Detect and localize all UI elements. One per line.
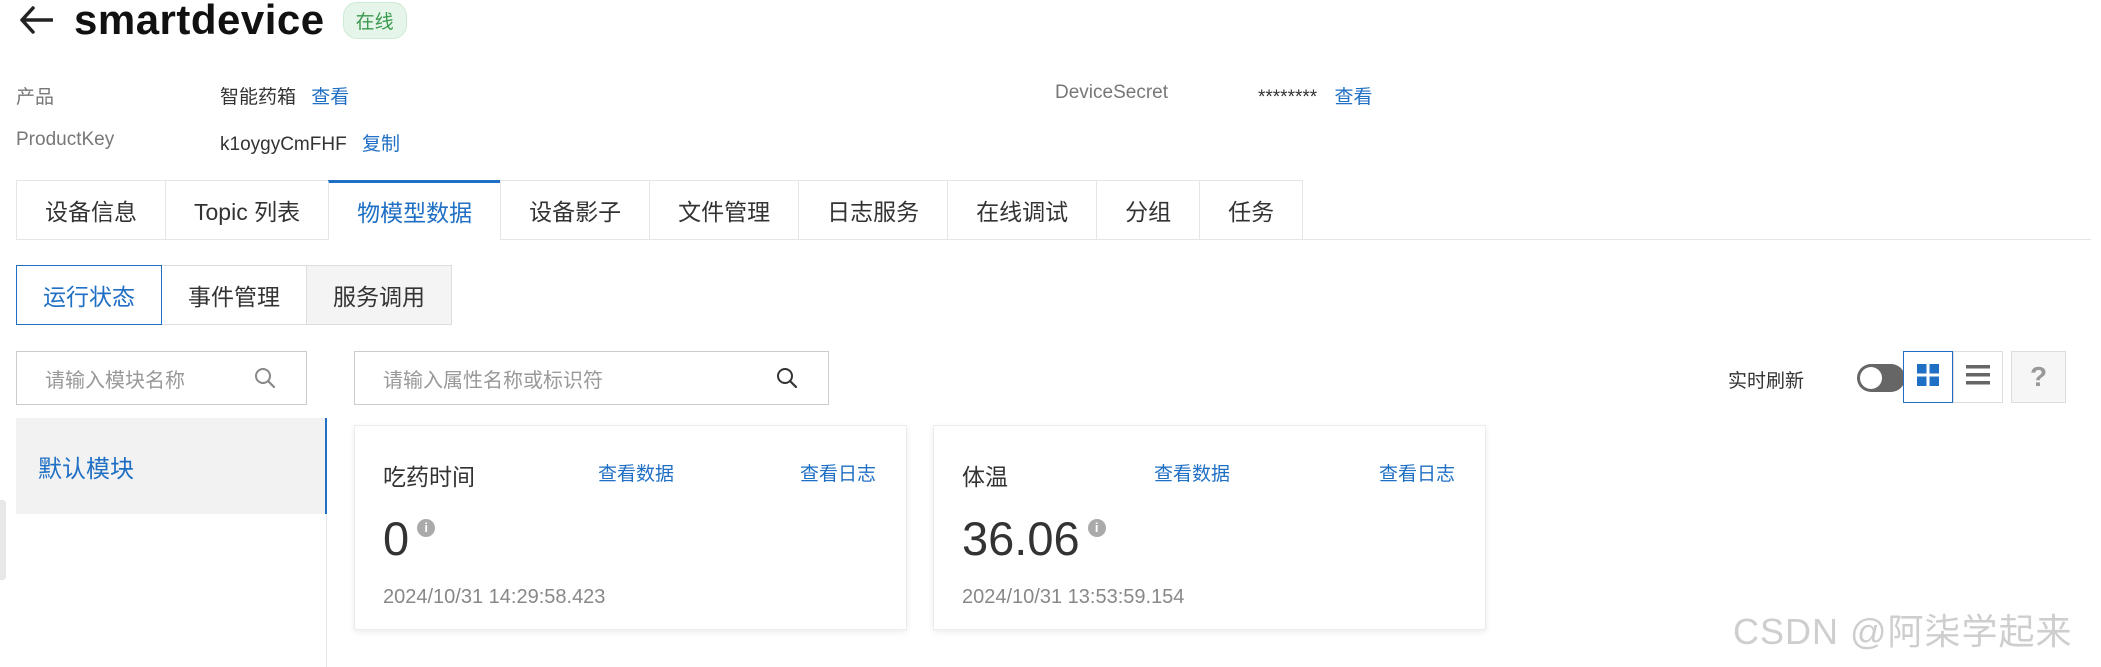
view-secret-link[interactable]: 查看 — [1334, 87, 1372, 108]
product-value: 智能药箱 查看 — [220, 82, 349, 109]
left-edge-handle[interactable] — [0, 500, 6, 580]
card-timestamp: 2024/10/31 13:53:59.154 — [962, 586, 1185, 608]
grid-view-button[interactable] — [1903, 351, 1953, 403]
view-log-link[interactable]: 查看日志 — [1379, 459, 1455, 486]
copy-productkey-link[interactable]: 复制 — [362, 134, 400, 155]
tab-device-shadow[interactable]: 设备影子 — [500, 180, 650, 240]
product-label: 产品 — [16, 87, 55, 108]
property-search-placeholder: 请输入属性名称或标识符 — [383, 369, 603, 392]
tab-log-service[interactable]: 日志服务 — [798, 180, 948, 240]
view-product-link[interactable]: 查看 — [311, 87, 349, 108]
view-log-link[interactable]: 查看日志 — [800, 459, 876, 486]
tab-topic-list[interactable]: Topic 列表 — [165, 180, 329, 240]
card-timestamp: 2024/10/31 14:29:58.423 — [383, 586, 606, 608]
devicesecret-label: DeviceSecret — [1055, 82, 1168, 103]
realtime-refresh-toggle[interactable] — [1857, 364, 1905, 392]
back-arrow-icon[interactable] — [16, 0, 56, 40]
realtime-refresh-label: 实时刷新 — [1728, 371, 1805, 392]
sidebar-divider — [326, 514, 327, 667]
card-title: 吃药时间 — [383, 464, 475, 490]
watermark: CSDN @阿柒学起来 — [1733, 611, 2073, 652]
module-search-input[interactable]: 请输入模块名称 — [16, 351, 307, 405]
tab-thing-model-data[interactable]: 物模型数据 — [328, 180, 501, 240]
productkey-text: k1oygyCmFHF — [220, 134, 347, 155]
module-selected-indicator — [325, 418, 327, 514]
tab-group[interactable]: 分组 — [1096, 180, 1200, 240]
card-value-wrapper: 0i — [383, 511, 436, 567]
card-title: 体温 — [962, 464, 1008, 490]
tab-device-info[interactable]: 设备信息 — [16, 180, 165, 240]
property-card: 体温 查看数据 查看日志 36.06 i 2024/10/31 13:53:59.… — [933, 425, 1486, 630]
grid-icon — [1916, 363, 1940, 392]
main-tabs: 设备信息 Topic 列表 物模型数据 设备影子 文件管理 日志服务 在线调试 … — [16, 180, 2091, 240]
card-value-wrapper: 36.06 i — [962, 511, 1106, 567]
list-view-button[interactable] — [1953, 351, 2003, 403]
help-button[interactable]: ? — [2011, 351, 2066, 403]
product-name: 智能药箱 — [220, 87, 297, 108]
tab-online-debug[interactable]: 在线调试 — [947, 180, 1097, 240]
page-header: smartdevice 在线 — [16, 0, 407, 43]
devicesecret-text: ******** — [1258, 87, 1318, 108]
module-item-default[interactable]: 默认模块 — [16, 418, 325, 514]
search-icon[interactable] — [252, 365, 278, 391]
productkey-label: ProductKey — [16, 129, 115, 150]
card-value: 36.06 — [962, 512, 1080, 565]
property-card: 吃药时间 查看数据 查看日志 0i 2024/10/31 14:29:58.42… — [354, 425, 907, 630]
property-search-input[interactable]: 请输入属性名称或标识符 — [354, 351, 829, 405]
search-icon[interactable] — [774, 365, 800, 391]
sub-tabs: 运行状态 事件管理 服务调用 — [16, 265, 452, 325]
tab-task[interactable]: 任务 — [1199, 180, 1304, 240]
devicesecret-value: ******** 查看 — [1258, 82, 1372, 109]
info-icon[interactable]: i — [1087, 519, 1106, 537]
subtab-event-management[interactable]: 事件管理 — [162, 265, 307, 325]
subtab-running-status[interactable]: 运行状态 — [16, 265, 162, 325]
card-value: 0 — [383, 512, 410, 565]
productkey-value: k1oygyCmFHF 复制 — [220, 129, 400, 156]
page-title: smartdevice — [74, 0, 325, 43]
toggle-knob — [1860, 367, 1882, 389]
view-data-link[interactable]: 查看数据 — [1154, 459, 1230, 486]
view-data-link[interactable]: 查看数据 — [598, 459, 674, 486]
subtab-service-call[interactable]: 服务调用 — [307, 265, 452, 325]
status-badge: 在线 — [342, 1, 407, 39]
module-search-placeholder: 请输入模块名称 — [45, 369, 185, 392]
list-icon — [1965, 363, 1991, 392]
info-icon[interactable]: i — [417, 519, 436, 537]
tab-file-management[interactable]: 文件管理 — [649, 180, 799, 240]
